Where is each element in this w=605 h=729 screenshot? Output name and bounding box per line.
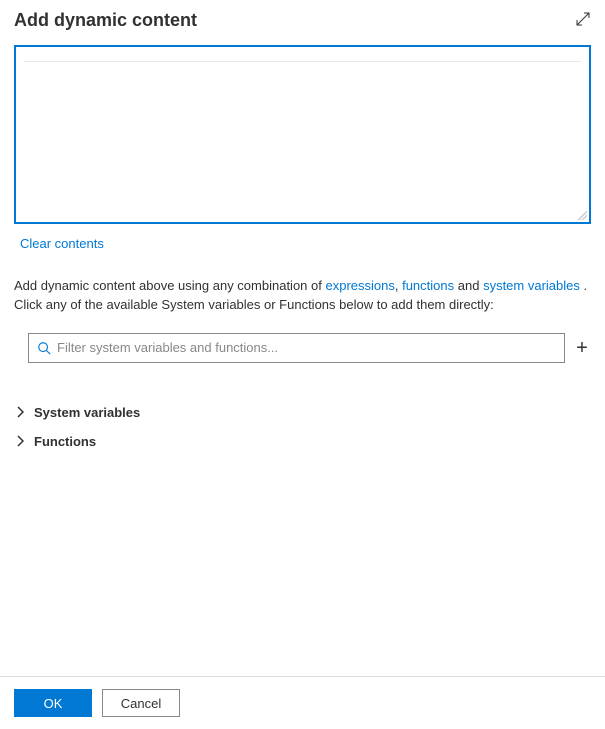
expand-icon[interactable] — [575, 11, 591, 30]
editor-line — [24, 61, 581, 62]
help-sep3: . — [580, 278, 587, 293]
tree-section: System variables Functions — [14, 401, 591, 459]
chevron-right-icon — [14, 406, 26, 418]
dialog-header: Add dynamic content — [14, 10, 591, 31]
search-icon — [37, 341, 51, 355]
chevron-right-icon — [14, 435, 26, 447]
tree-item-label: Functions — [34, 434, 96, 449]
help-sep1: , — [395, 278, 402, 293]
help-prefix: Add dynamic content above using any comb… — [14, 278, 325, 293]
ok-button[interactable]: OK — [14, 689, 92, 717]
system-variables-link[interactable]: system variables — [483, 278, 580, 293]
filter-input[interactable] — [57, 340, 556, 355]
help-suffix: Click any of the available System variab… — [14, 297, 494, 312]
filter-input-wrapper[interactable] — [28, 333, 565, 363]
help-sep2: and — [454, 278, 483, 293]
tree-item-functions[interactable]: Functions — [14, 430, 591, 453]
dialog-title: Add dynamic content — [14, 10, 197, 31]
content-editor[interactable] — [14, 45, 591, 224]
clear-contents-link[interactable]: Clear contents — [20, 236, 591, 251]
tree-item-system-variables[interactable]: System variables — [14, 401, 591, 424]
cancel-button[interactable]: Cancel — [102, 689, 180, 717]
expressions-link[interactable]: expressions — [325, 278, 394, 293]
help-text: Add dynamic content above using any comb… — [14, 277, 591, 315]
dialog-footer: OK Cancel — [0, 676, 605, 729]
tree-item-label: System variables — [34, 405, 140, 420]
functions-link[interactable]: functions — [402, 278, 454, 293]
add-icon[interactable]: + — [573, 338, 591, 358]
filter-row: + — [14, 333, 591, 363]
